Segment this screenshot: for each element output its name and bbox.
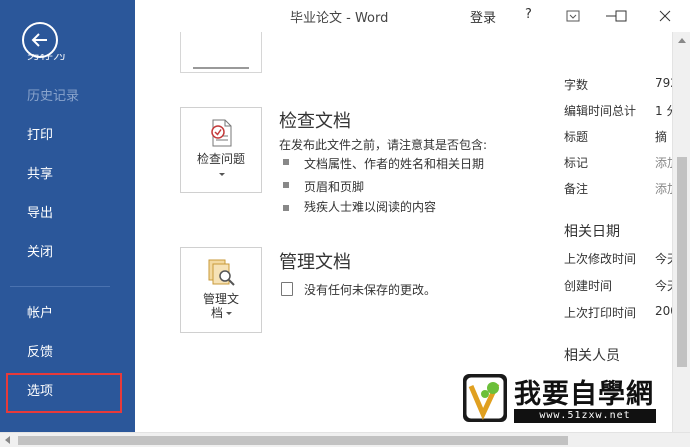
scroll-left-icon[interactable]	[5, 436, 10, 444]
bullet-icon	[283, 159, 289, 165]
help-button[interactable]: ?	[525, 7, 532, 22]
inspect-document-description: 在发布此文件之前，请注意其是否包含:	[279, 138, 488, 152]
sign-in-link[interactable]: 登录	[470, 7, 496, 26]
maximize-icon	[615, 10, 627, 22]
related-people-heading: 相关人员	[564, 348, 620, 364]
sidebar-item-history[interactable]: 历史记录	[0, 82, 135, 112]
sidebar-divider	[10, 286, 110, 287]
sidebar-item-export[interactable]: 导出	[0, 199, 135, 229]
horizontal-scrollbar[interactable]	[0, 432, 690, 447]
prop-label-modified: 上次修改时间	[564, 252, 637, 266]
sidebar-item-close[interactable]: 关闭	[0, 238, 135, 268]
document-icon	[281, 282, 293, 296]
watermark-url: www.51zxw.net	[514, 409, 656, 423]
sidebar-item-share[interactable]: 共享	[0, 160, 135, 190]
window-title: 毕业论文 - Word	[290, 11, 389, 26]
restore-ribbon-button[interactable]	[563, 6, 583, 26]
inspect-document-button[interactable]: 检查问题	[180, 107, 262, 193]
prop-value-word-count: 792	[655, 76, 672, 90]
prop-label-word-count: 字数	[564, 78, 589, 92]
prop-value-comments[interactable]: 添加	[655, 180, 672, 197]
watermark-text: 我要自學網	[514, 379, 654, 410]
manage-document-title: 管理文档	[279, 252, 351, 273]
previous-card-stub[interactable]	[180, 32, 262, 73]
prop-label-printed: 上次打印时间	[564, 306, 637, 320]
maximize-button[interactable]	[611, 6, 631, 26]
chevron-down-icon	[219, 173, 225, 176]
prop-value-modified: 今天	[655, 252, 672, 266]
inspect-bullet-headers: 页眉和页脚	[304, 180, 365, 194]
prop-label-tags: 标记	[564, 156, 589, 170]
prop-value-title[interactable]: 摘	[655, 128, 667, 145]
prop-label-edit-time: 编辑时间总计	[564, 104, 637, 118]
manage-document-label-1: 管理文	[202, 292, 239, 306]
prop-value-printed: 200	[655, 304, 672, 318]
back-button[interactable]	[22, 22, 58, 58]
inspect-document-icon	[211, 119, 232, 147]
inspect-document-label: 检查问题	[196, 152, 245, 166]
manage-document-icon	[208, 259, 235, 286]
sidebar-item-save-as[interactable]: 另存为	[27, 54, 67, 62]
manage-document-button[interactable]: 管理文 档	[180, 247, 262, 333]
back-arrow-icon	[31, 33, 47, 47]
vertical-scrollbar[interactable]	[672, 32, 690, 432]
inspect-document-title: 检查文档	[279, 111, 351, 132]
ribbon-display-icon	[566, 10, 580, 22]
inspect-bullet-accessibility: 残疾人士难以阅读的内容	[304, 200, 437, 214]
bullet-icon	[283, 182, 289, 188]
scroll-up-icon[interactable]	[678, 38, 686, 43]
prop-label-title: 标题	[564, 130, 589, 144]
word-backstage-window: 另存为 历史记录 打印 共享 导出 关闭 帐户 反馈 选项 毕业论文 - Wor…	[0, 0, 690, 447]
prop-label-created: 创建时间	[564, 279, 613, 293]
close-icon	[659, 10, 671, 22]
prop-value-edit-time: 1 分	[655, 104, 672, 118]
related-dates-heading: 相关日期	[564, 224, 620, 240]
sidebar-item-feedback[interactable]: 反馈	[0, 338, 135, 368]
prop-label-comments: 备注	[564, 182, 589, 196]
close-button[interactable]	[655, 6, 675, 26]
inspect-bullet-properties: 文档属性、作者的姓名和相关日期	[304, 157, 485, 171]
bullet-icon	[283, 205, 289, 211]
chevron-down-icon	[226, 312, 232, 315]
sidebar-item-print[interactable]: 打印	[0, 121, 135, 151]
prop-value-tags[interactable]: 添加	[655, 154, 672, 171]
watermark-logo	[463, 374, 507, 422]
horizontal-scroll-thumb[interactable]	[18, 436, 568, 445]
manage-document-status: 没有任何未保存的更改。	[304, 283, 437, 297]
title-bar: 毕业论文 - Word 登录 ?	[135, 0, 690, 32]
manage-document-label-2: 档	[210, 306, 223, 320]
backstage-sidebar: 另存为 历史记录 打印 共享 导出 关闭 帐户 反馈 选项	[0, 0, 135, 432]
site-watermark: 我要自學網 www.51zxw.net	[460, 372, 656, 426]
sidebar-item-account[interactable]: 帐户	[0, 299, 135, 329]
v-leaf-logo-icon	[463, 374, 507, 422]
vertical-scroll-thumb[interactable]	[677, 157, 687, 367]
prop-value-created: 今天	[655, 279, 672, 293]
options-highlight-box	[6, 373, 122, 413]
